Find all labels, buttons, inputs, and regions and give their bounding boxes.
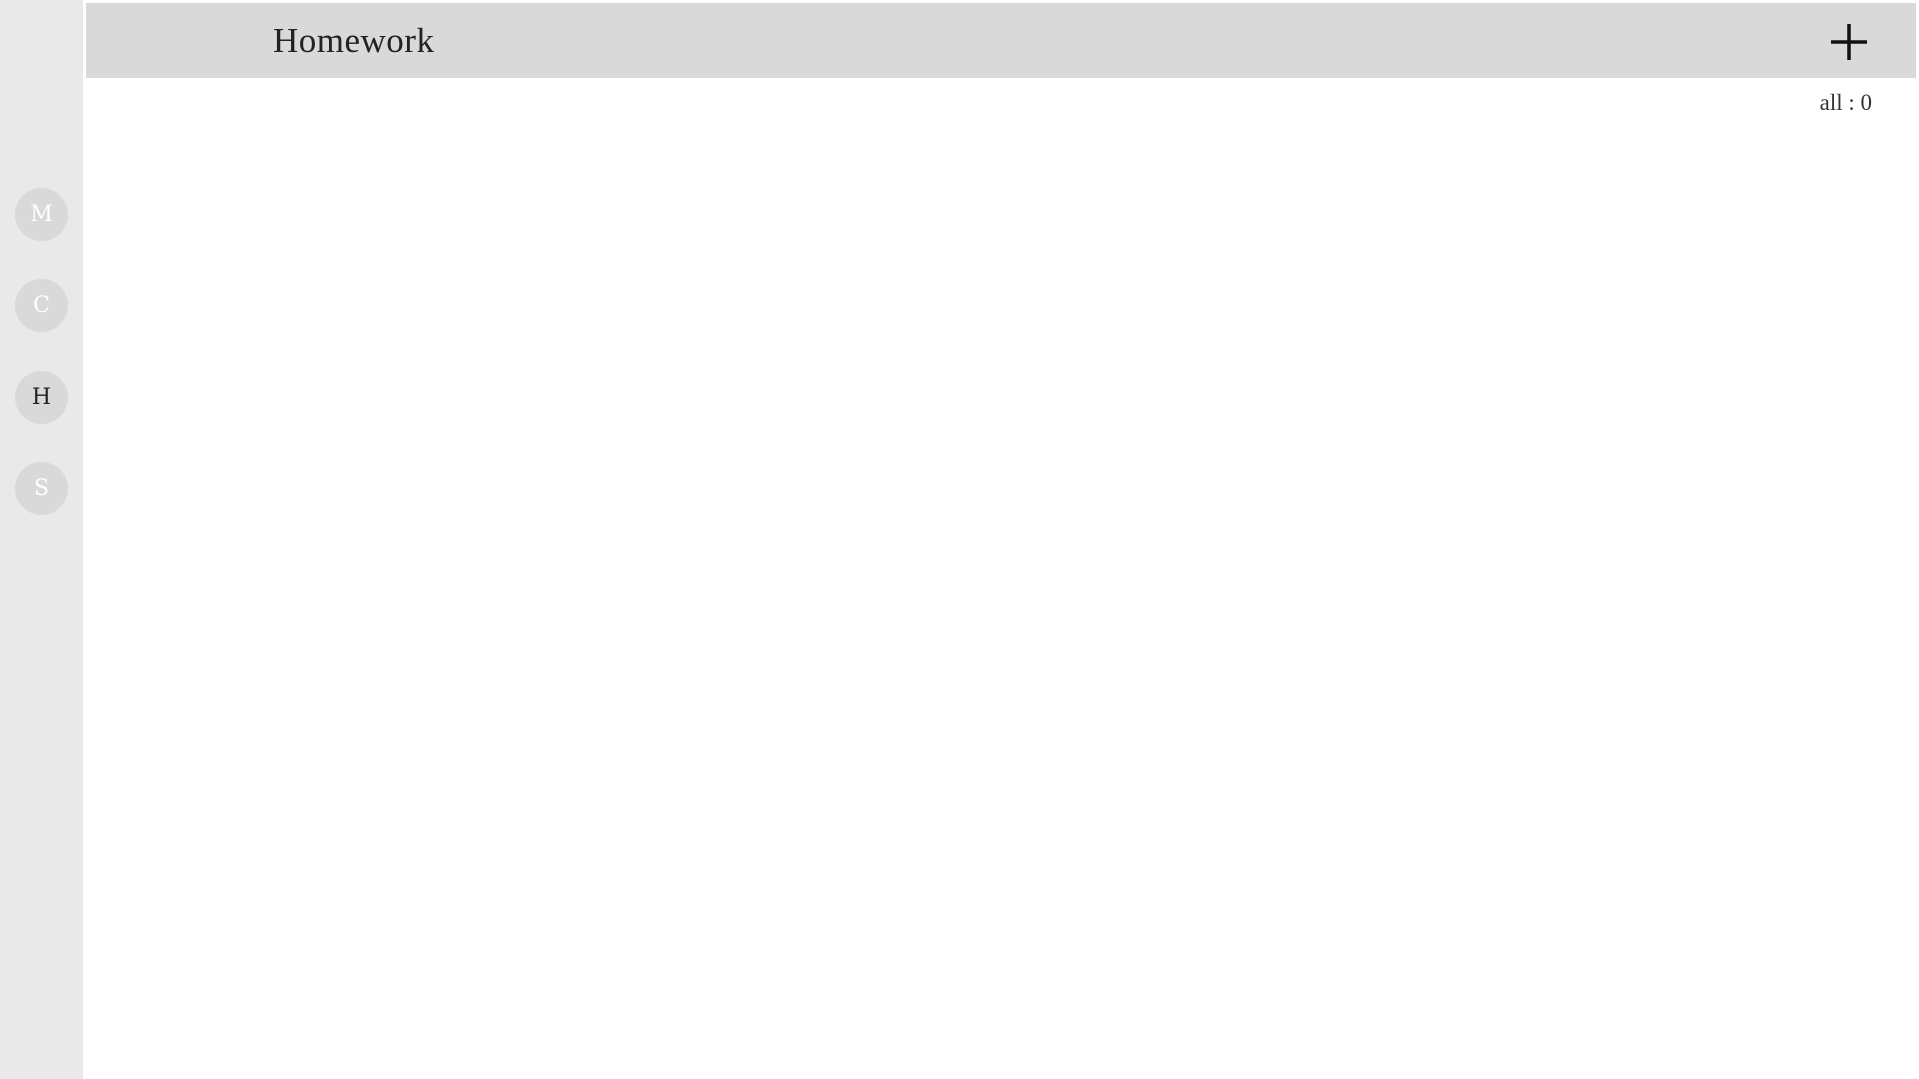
homework-list — [86, 78, 1916, 1079]
page-title: Homework — [273, 21, 435, 60]
plus-icon — [1831, 24, 1867, 60]
sidebar-item-h[interactable]: H — [15, 371, 68, 424]
sidebar: M C H S — [0, 0, 83, 1079]
sidebar-item-s[interactable]: S — [15, 462, 68, 515]
add-button[interactable] — [1829, 22, 1869, 62]
app-window: M C H S Homework all : 0 — [0, 0, 1919, 1079]
header-bar: Homework — [86, 3, 1916, 78]
sidebar-item-m[interactable]: M — [15, 188, 68, 241]
sidebar-item-c[interactable]: C — [15, 279, 68, 332]
